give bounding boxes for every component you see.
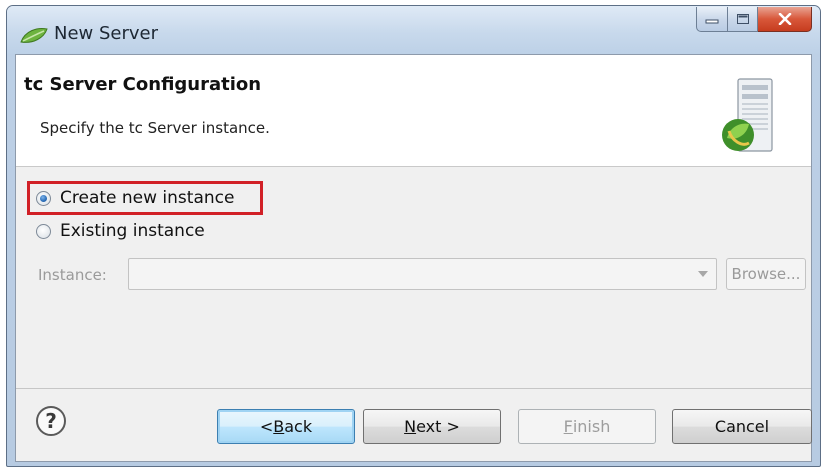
instance-label: Instance:: [38, 266, 107, 284]
footer-separator: [16, 388, 811, 389]
cancel-button[interactable]: Cancel: [672, 409, 812, 444]
back-mnemonic: B: [273, 417, 285, 436]
window-title: New Server: [54, 23, 159, 44]
existing-instance-radio[interactable]: [36, 223, 51, 239]
instance-combo: [128, 258, 717, 290]
maximize-button[interactable]: [728, 7, 758, 32]
back-prefix: <: [259, 417, 274, 436]
finish-label-rest: inish: [572, 417, 611, 436]
existing-instance-option[interactable]: Existing instance: [36, 221, 205, 241]
finish-mnemonic: F: [563, 417, 573, 436]
create-new-instance-option[interactable]: Create new instance: [36, 188, 234, 208]
next-mnemonic: N: [404, 417, 417, 436]
close-button[interactable]: [758, 7, 812, 32]
create-new-instance-radio[interactable]: [36, 190, 51, 206]
chevron-down-icon: [698, 271, 708, 277]
next-button[interactable]: Next >: [363, 409, 501, 444]
finish-button: Finish: [518, 409, 656, 444]
browse-button: Browse...: [726, 258, 806, 290]
create-new-instance-label: Create new instance: [60, 188, 235, 208]
server-icon: [722, 78, 773, 152]
back-button[interactable]: < Back: [217, 409, 355, 444]
page-description: Specify the tc Server instance.: [40, 119, 270, 137]
dialog-content: tc Server Configuration Specify the tc S…: [15, 54, 812, 462]
caption-buttons: [696, 7, 812, 33]
minimize-button[interactable]: [696, 7, 728, 32]
close-icon: [778, 13, 791, 25]
existing-instance-label: Existing instance: [60, 221, 205, 241]
wizard-banner: tc Server Configuration Specify the tc S…: [16, 55, 811, 167]
new-server-window: New Server tc Server Configuration Speci…: [6, 5, 821, 467]
title-bar[interactable]: New Server: [7, 6, 820, 54]
maximize-icon: [736, 14, 749, 24]
spring-leaf-icon: [20, 28, 48, 43]
help-icon[interactable]: ?: [36, 406, 66, 436]
next-label-rest: ext >: [416, 417, 460, 436]
minimize-icon: [705, 19, 719, 24]
back-label-rest: ack: [284, 417, 313, 436]
page-title: tc Server Configuration: [24, 74, 262, 95]
